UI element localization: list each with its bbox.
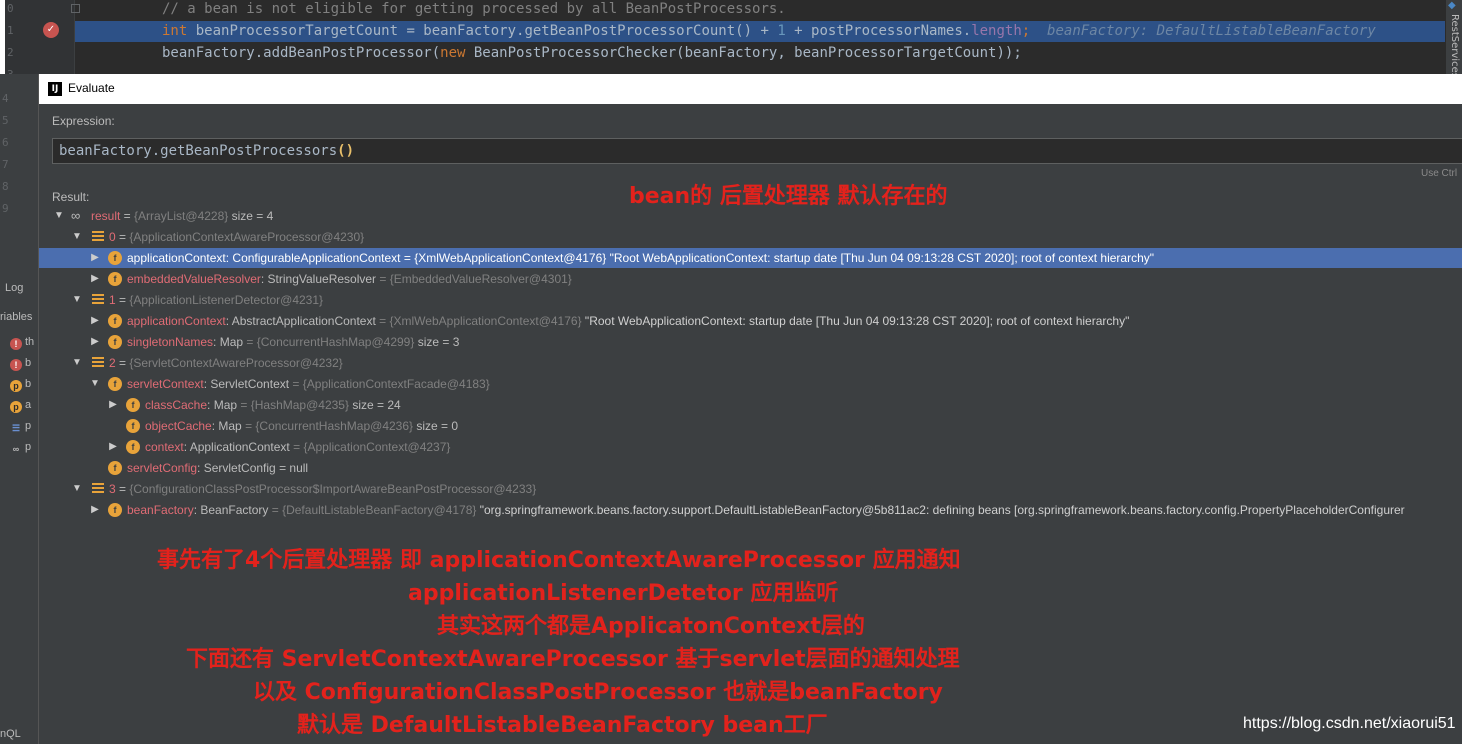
expand-arrow-icon[interactable]: ▶ [90,332,100,352]
expand-arrow-icon[interactable]: ▶ [108,395,118,415]
collapse-arrow-icon[interactable]: ▼ [54,206,64,226]
field-icon: f [108,377,122,391]
field-icon: f [126,398,140,412]
field-icon: f [108,251,122,265]
tree-row-class-cache[interactable]: ▶ f classCache: Map = {HashMap@4235} siz… [39,395,1462,415]
tree-row-singleton-names[interactable]: ▶ f singletonNames: Map = {ConcurrentHas… [39,332,1462,352]
variable-item[interactable]: ∞ p [10,441,31,455]
tree-row-context[interactable]: ▶ f context: ApplicationContext = {Appli… [39,437,1462,457]
rest-services-icon[interactable]: ◆ [1448,0,1460,12]
expand-arrow-icon[interactable]: ▶ [90,248,100,268]
annotation-line-1: 事先有了4个后置处理器 即 applicationContextAwarePro… [157,548,961,573]
field-icon: f [108,272,122,286]
error-icon: ! [10,359,22,371]
code-line-comment: // a bean is not eligible for getting pr… [162,1,786,17]
collapse-arrow-icon[interactable]: ▼ [90,374,100,394]
line-number: 6 [2,136,9,149]
watermark-url: https://blog.csdn.net/xiaorui51 [1243,715,1456,732]
editor-gutter: 0 1 2 3 ✓ [5,0,80,74]
variable-item[interactable]: pa [10,399,31,413]
field-icon: f [108,335,122,349]
line-number: 4 [2,92,9,105]
tree-row-servlet-config[interactable]: f servletConfig: ServletConfig = null [39,458,1462,478]
tree-row-servlet-context[interactable]: ▼ f servletContext: ServletContext = {Ap… [39,374,1462,394]
field-icon: f [108,314,122,328]
watch-icon: ∞ [71,208,81,223]
line-number: 2 [7,46,14,59]
tree-row-object-cache[interactable]: f objectCache: Map = {ConcurrentHashMap@… [39,416,1462,436]
tree-row-application-context[interactable]: ▶ f applicationContext: ConfigurableAppl… [39,248,1462,268]
variables-tab[interactable]: riables [0,311,32,323]
variable-item[interactable]: ! b [10,357,31,371]
expand-arrow-icon[interactable]: ▶ [90,500,100,520]
parameter-icon: p [10,401,22,413]
tree-row-item-0[interactable]: ▼ 0 = {ApplicationContextAwareProcessor@… [39,227,1462,247]
tree-row-item-3[interactable]: ▼ 3 = {ConfigurationClassPostProcessor$I… [39,479,1462,499]
collapse-arrow-icon[interactable]: ▼ [72,479,82,499]
annotation-line-2: applicationListenerDetetor 应用监听 [408,581,839,606]
line-number: 0 [7,2,14,15]
variable-item[interactable]: ! th [10,336,34,350]
list-icon: ☰ [11,423,21,433]
field-icon: f [126,419,140,433]
expand-arrow-icon[interactable]: ▶ [90,269,100,289]
annotation-line-4: 下面还有 ServletContextAwareProcessor 基于serv… [186,647,960,672]
array-element-icon [92,294,104,306]
tree-row-embedded-value-resolver[interactable]: ▶ f embeddedValueResolver: StringValueRe… [39,269,1462,289]
variable-item[interactable]: pb [10,378,31,392]
intellij-icon: IJ [48,82,62,96]
collapse-arrow-icon[interactable]: ▼ [72,290,82,310]
fold-icon[interactable] [71,4,80,13]
shortcut-hint: Use Ctrl [1421,168,1458,179]
array-element-icon [92,357,104,369]
breakpoint-icon[interactable]: ✓ [43,22,59,38]
array-element-icon [92,231,104,243]
line-number: 7 [2,158,9,171]
rest-services-tab[interactable]: RestServices [1449,14,1460,78]
tree-row-application-context[interactable]: ▶ f applicationContext: AbstractApplicat… [39,311,1462,331]
line-number: 5 [2,114,9,127]
code-editor[interactable]: 0 1 2 3 ✓ // a bean is not eligible for … [5,0,1445,74]
line-number: 9 [2,202,9,215]
line-number: 1 [7,24,14,37]
expression-label: Expression: [52,114,115,128]
expand-arrow-icon[interactable]: ▶ [108,437,118,457]
tree-row-item-1[interactable]: ▼ 1 = {ApplicationListenerDetector@4231} [39,290,1462,310]
line-number: 8 [2,180,9,193]
field-icon: f [108,461,122,475]
code-line-add-processor: beanFactory.addBeanPostProcessor(new Bea… [162,45,1022,61]
annotation-line-6: 默认是 DefaultListableBeanFactory bean工厂 [297,713,828,738]
debug-side-panel: 4 5 6 7 8 9 Log riables ! th ! b pb pa ☰ p … [0,74,38,744]
array-element-icon [92,483,104,495]
error-icon: ! [10,338,22,350]
parameter-icon: p [10,380,22,392]
result-label: Result: [52,190,90,204]
tree-row-bean-factory[interactable]: ▶ f beanFactory: BeanFactory = {DefaultL… [39,500,1462,520]
dialog-title: Evaluate [68,81,115,95]
annotation-default-processors: bean的 后置处理器 默认存在的 [629,184,948,209]
tree-row-item-2[interactable]: ▼ 2 = {ServletContextAwareProcessor@4232… [39,353,1462,373]
variable-item[interactable]: ☰ p [10,420,31,434]
collapse-arrow-icon[interactable]: ▼ [72,353,82,373]
annotation-line-3: 其实这两个都是ApplicatonContext层的 [437,614,865,639]
field-icon: f [126,440,140,454]
inline-debug-hint: beanFactory: DefaultListableBeanFactory [1030,23,1376,39]
sql-tab[interactable]: nQL [0,728,21,740]
watch-icon: ∞ [12,444,20,454]
code-line-current: int beanProcessorTargetCount = beanFacto… [162,23,1376,39]
expand-arrow-icon[interactable]: ▶ [90,311,100,331]
annotation-line-5: 以及 ConfigurationClassPostProcessor 也就是be… [253,680,943,705]
log-tab[interactable]: Log [5,282,23,294]
dialog-titlebar[interactable]: IJ Evaluate [39,74,1462,104]
collapse-arrow-icon[interactable]: ▼ [72,227,82,247]
field-icon: f [108,503,122,517]
expression-input[interactable]: beanFactory.getBeanPostProcessors() [52,138,1462,164]
